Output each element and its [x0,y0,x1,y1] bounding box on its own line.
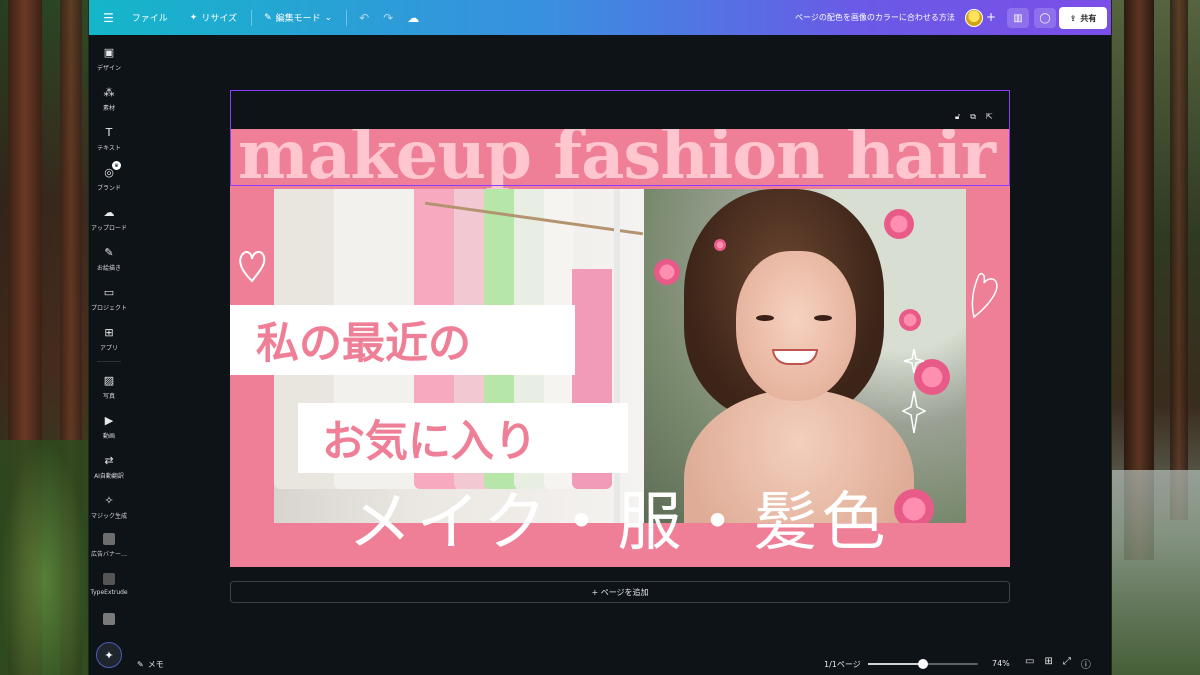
translate-icon: ⇄ [104,454,114,467]
draw-pen-icon: ✎ [104,246,114,259]
user-avatar[interactable] [965,9,983,27]
top-toolbar: ☰ ファイル ✦ リサイズ ✎ 編集モード ⌄ ↶ ↷ ☁ ページの配色を画像のカラー… [89,0,1111,35]
magic-assistant-button[interactable]: ✦ [96,642,122,668]
toolbar-divider [251,9,253,26]
sidebar-item-app-thumb[interactable] [89,613,129,629]
document-title[interactable]: ページの配色を画像のカラーに合わせる方法 [795,12,955,23]
apps-grid-icon: ⊞ [104,326,114,339]
element-toolbar: 🔓︎ ⧉ ⇱ [955,112,993,122]
grid-view-icon[interactable]: ⊞ [1044,656,1052,671]
typeextrude-thumb-icon [103,573,115,585]
sidebar-item-uploads[interactable]: ☁ アップロード [89,206,129,233]
zoom-level[interactable]: 74% [992,659,1010,668]
hamburger-menu-icon[interactable]: ☰ [103,11,114,25]
heart-doodle-icon[interactable] [236,245,268,285]
magic-media-icon: ✧ [104,494,114,507]
layout-icon: ▣ [103,46,115,59]
photo-icon: ▨ [103,374,115,387]
sidebar-item-text[interactable]: T テキスト [89,126,129,153]
ad-banner-thumb-icon [103,533,115,545]
edit-mode-dropdown[interactable]: ✎ 編集モード ⌄ [264,11,333,25]
undo-icon[interactable]: ↶ [359,11,369,25]
jp-main-title[interactable]: メイク・服・髪色 [348,471,889,563]
sidebar-item-projects[interactable]: ▭ プロジェクト [89,286,129,313]
bar-chart-icon: ▥ [1013,12,1023,24]
file-menu[interactable]: ファイル [132,11,168,24]
heart-outline-doodle-icon[interactable] [968,267,1002,321]
sidebar-divider [97,361,121,362]
zoom-slider-thumb[interactable] [918,659,928,669]
zoom-slider[interactable] [868,659,978,669]
share-upload-icon: ⇪ [1069,13,1077,23]
desktop-background-right [1112,0,1200,675]
sidebar-item-ai-translate[interactable]: ⇄ AI自動翻訳 [89,454,129,481]
sidebar-item-draw[interactable]: ✎ お絵描き [89,246,129,273]
magic-sparkle-icon: ✦ [104,648,114,662]
sidebar-item-elements[interactable]: ⁂ 素材 [89,86,129,113]
canva-editor-window: ☰ ファイル ✦ リサイズ ✎ 編集モード ⌄ ↶ ↷ ☁ ページの配色を画像のカラー… [89,0,1111,675]
fullscreen-icon[interactable]: ⤢ [1063,656,1071,671]
add-page-button[interactable]: + ページを追加 [230,581,1010,603]
duplicate-icon[interactable]: ⧉ [970,112,976,122]
desktop-background-left [0,0,88,675]
sparkle-icon: ✦ [189,12,198,23]
elements-icon: ⁂ [103,86,115,99]
crown-badge-icon: ♛ [112,161,121,170]
page-thumbnails-icon[interactable]: ▭ [1025,656,1034,671]
lock-icon[interactable]: 🔓︎ [955,112,960,122]
chevron-down-icon: ⌄ [324,12,333,23]
add-member-button[interactable]: + [986,10,996,24]
sidebar-item-design[interactable]: ▣ デザイン [89,46,129,73]
jp-caption-line1[interactable]: 私の最近の [230,305,575,375]
view-controls: ▭ ⊞ ⤢ ⓘ [1025,656,1091,671]
sidebar-item-apps[interactable]: ⊞ アプリ [89,326,129,353]
share-button[interactable]: ⇪ 共有 [1059,7,1107,29]
comment-bubble-icon: ◯ [1039,12,1051,24]
insights-button[interactable]: ▥ [1007,8,1029,28]
app-thumb-icon [103,613,115,625]
sparkle-doodle-icon[interactable] [902,347,926,443]
pencil-icon: ✎ [264,12,272,23]
notes-button[interactable]: ✎ メモ [137,659,164,670]
text-icon: T [105,126,113,139]
sidebar-item-videos[interactable]: ▶ 動画 [89,414,129,441]
video-icon: ▶ [104,414,114,427]
left-sidebar: ▣ デザイン ⁂ 素材 T テキスト ◎ ブランド ♛ ☁ アップロード ✎ お絵描き ▭ プロ… [89,35,129,675]
cloud-save-icon[interactable]: ☁ [407,11,419,25]
sidebar-item-photos[interactable]: ▨ 写真 [89,374,129,401]
sidebar-item-typeextrude[interactable]: TypeExtrude [89,573,129,596]
sidebar-item-brand[interactable]: ◎ ブランド ♛ [89,161,129,192]
page-count[interactable]: 1/1ページ [824,659,861,670]
sidebar-item-magic-media[interactable]: ✧ マジック生成 [89,494,129,521]
resize-button[interactable]: ✦ リサイズ [189,11,237,25]
help-icon[interactable]: ⓘ [1081,656,1091,671]
headline-english-text[interactable]: makeup fashion hair [238,129,1010,195]
notes-pencil-icon: ✎ [137,660,144,669]
upload-cloud-icon: ☁ [103,206,115,219]
brand-icon: ◎ [104,166,114,179]
open-new-icon[interactable]: ⇱ [986,112,993,122]
comment-button[interactable]: ◯ [1034,8,1056,28]
design-page[interactable]: makeup fashion hair 私の最近の お気に入り メイク・服・髪色 [230,129,1010,567]
zoom-slider-fill [868,663,923,665]
toolbar-divider [346,9,348,26]
folder-icon: ▭ [103,286,115,299]
jp-caption-line2[interactable]: お気に入り [298,403,628,473]
redo-icon[interactable]: ↷ [383,11,393,25]
sidebar-item-ad-banner[interactable]: 広告バナー… [89,533,129,558]
